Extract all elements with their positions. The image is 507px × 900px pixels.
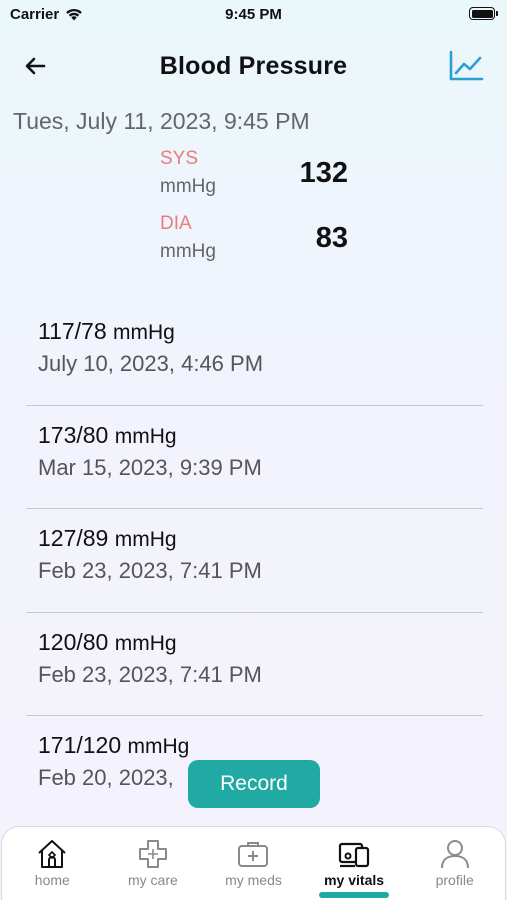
history-value: 127/89 mmHg [38,525,177,551]
tab-my-care-label: my care [127,872,178,888]
tab-profile[interactable]: profile [404,827,505,900]
history-row[interactable]: 173/80 mmHg Mar 15, 2023, 9:39 PM [26,406,483,509]
history-value: 117/78 mmHg [38,318,175,344]
chart-view-button[interactable] [447,49,485,83]
systolic-reading: SYS mmHg 132 [160,145,360,201]
person-icon [440,840,469,869]
tab-my-meds-label: my meds [225,872,282,888]
active-tab-indicator [319,892,390,898]
history-value: 173/80 mmHg [38,421,177,448]
history-value: 171/120 mmHg [38,732,190,758]
tab-my-vitals-label: my vitals [324,872,385,888]
history-row[interactable]: 127/89 mmHg Feb 23, 2023, 7:41 PM [26,509,483,613]
tab-home-label: home [34,872,70,888]
record-button[interactable]: Record [188,760,320,808]
diastolic-reading: DIA mmHg 83 [160,210,360,266]
history-date: Feb 23, 2023, 7:41 PM [38,661,262,687]
history-row[interactable]: 117/78 mmHg July 10, 2023, 4:46 PM [26,302,483,406]
history-date: Mar 15, 2023, 9:39 PM [38,454,262,480]
vitals-devices-icon [338,842,370,868]
tab-bar: home my care my meds my vitals profile [1,826,506,900]
tab-my-meds[interactable]: my meds [203,827,304,900]
status-bar: Carrier 9:45 PM [0,0,507,30]
home-icon [38,840,66,868]
battery-icon [469,7,498,20]
current-reading-date: Tues, July 11, 2023, 9:45 PM [13,108,310,134]
history-date: July 10, 2023, 4:46 PM [38,351,264,376]
nav-header: Blood Pressure [0,44,507,88]
history-value: 120/80 mmHg [38,628,177,655]
diastolic-value: 83 [315,222,348,254]
tab-home[interactable]: home [2,827,103,900]
status-clock: 9:45 PM [225,6,282,23]
systolic-value: 132 [299,157,348,189]
history-date: Feb 23, 2023, 7:41 PM [38,558,262,583]
line-chart-icon [449,50,484,81]
tab-profile-label: profile [435,872,474,888]
reading-history-list: 117/78 mmHg July 10, 2023, 4:46 PM 173/8… [26,302,483,820]
medical-cross-icon [138,840,167,868]
medicine-kit-icon [238,842,269,867]
history-row[interactable]: 120/80 mmHg Feb 23, 2023, 7:41 PM [26,613,483,716]
tab-my-care[interactable]: my care [103,827,204,900]
tab-my-vitals[interactable]: my vitals [304,827,405,900]
page-title: Blood Pressure [159,52,348,80]
